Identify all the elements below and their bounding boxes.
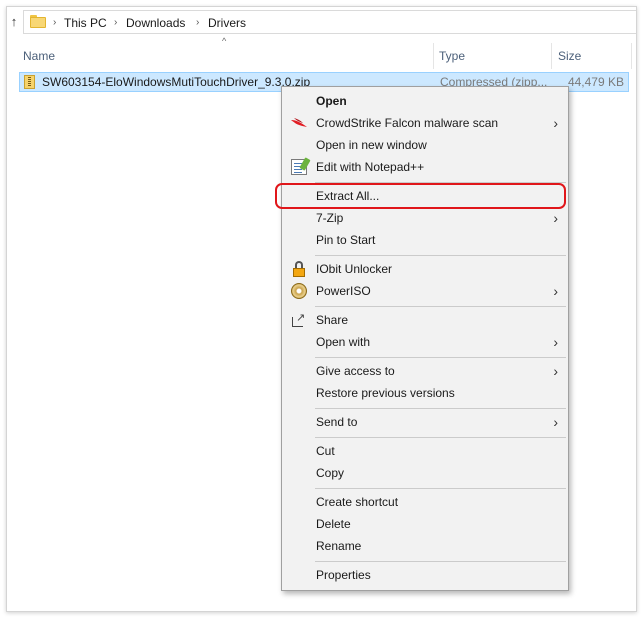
menu-item-label: Pin to Start	[316, 233, 376, 247]
menu-item-rename[interactable]: Rename	[284, 535, 566, 557]
menu-item-open[interactable]: Open	[284, 90, 566, 112]
menu-item-label: Send to	[316, 415, 358, 429]
menu-item-label: 7-Zip	[316, 211, 344, 225]
chevron-right-icon: ›	[553, 115, 558, 131]
menu-item-pin-to-start[interactable]: Pin to Start	[284, 229, 566, 251]
file-size: 44,479 KB	[567, 75, 624, 89]
menu-item-label: Give access to	[316, 364, 395, 378]
menu-item-crowdstrike-scan[interactable]: CrowdStrike Falcon malware scan ›	[284, 112, 566, 134]
address-row: ↑ › This PC › Downloads › Drivers	[7, 7, 636, 37]
share-arrow-glyph: ↗	[296, 312, 306, 324]
menu-item-label: Delete	[316, 517, 351, 531]
sort-ascending-icon: ^	[222, 36, 227, 46]
menu-item-label: Rename	[316, 539, 362, 553]
menu-item-label: Create shortcut	[316, 495, 399, 509]
column-header-type[interactable]: Type	[439, 43, 465, 69]
column-divider[interactable]	[631, 43, 632, 69]
menu-item-open-with[interactable]: Open with ›	[284, 331, 566, 353]
menu-item-label: Edit with Notepad++	[316, 160, 425, 174]
menu-divider	[315, 306, 566, 307]
menu-item-label: CrowdStrike Falcon malware scan	[316, 116, 499, 130]
column-header-size[interactable]: Size	[558, 43, 581, 69]
menu-item-cut[interactable]: Cut	[284, 440, 566, 462]
breadcrumb-separator[interactable]: ›	[114, 15, 117, 31]
menu-item-label: Restore previous versions	[316, 386, 455, 400]
chevron-right-icon: ›	[553, 283, 558, 299]
menu-item-properties[interactable]: Properties	[284, 564, 566, 586]
menu-divider	[315, 437, 566, 438]
notepad-plus-plus-icon	[291, 157, 311, 175]
menu-divider	[315, 357, 566, 358]
share-icon: ↗	[291, 312, 307, 328]
menu-item-label: Copy	[316, 466, 345, 480]
iobit-unlocker-lock-icon	[291, 261, 307, 277]
menu-item-open-new-window[interactable]: Open in new window	[284, 134, 566, 156]
menu-item-copy[interactable]: Copy	[284, 462, 566, 484]
menu-item-label: Open in new window	[316, 138, 427, 152]
menu-item-label: Cut	[316, 444, 335, 458]
file-name: SW603154-EloWindowsMutiTouchDriver_9.3.0…	[42, 75, 311, 89]
menu-divider	[315, 488, 566, 489]
menu-item-edit-notepad[interactable]: Edit with Notepad++	[284, 156, 566, 178]
column-divider[interactable]	[433, 43, 434, 69]
address-bar[interactable]: › This PC › Downloads › Drivers	[23, 10, 636, 34]
chevron-right-icon: ›	[553, 334, 558, 350]
menu-item-share[interactable]: ↗ Share	[284, 309, 566, 331]
menu-item-7zip[interactable]: 7-Zip ›	[284, 207, 566, 229]
breadcrumb-separator[interactable]: ›	[53, 15, 56, 31]
menu-divider	[315, 408, 566, 409]
menu-item-label: Share	[316, 313, 349, 327]
menu-item-create-shortcut[interactable]: Create shortcut	[284, 491, 566, 513]
menu-item-iobit-unlocker[interactable]: IObit Unlocker	[284, 258, 566, 280]
menu-item-label: PowerISO	[316, 284, 371, 298]
breadcrumb-separator[interactable]: ›	[196, 15, 199, 31]
folder-icon	[30, 15, 46, 28]
up-arrow-icon[interactable]: ↑	[7, 13, 21, 31]
extract-all-highlight-annotation	[275, 183, 566, 209]
menu-item-give-access[interactable]: Give access to ›	[284, 360, 566, 382]
column-header-name[interactable]: Name	[23, 43, 55, 69]
menu-item-restore-versions[interactable]: Restore previous versions	[284, 382, 566, 404]
chevron-right-icon: ›	[553, 414, 558, 430]
poweriso-disc-icon	[291, 283, 307, 299]
menu-divider	[315, 561, 566, 562]
menu-item-send-to[interactable]: Send to ›	[284, 411, 566, 433]
menu-item-label: Properties	[316, 568, 371, 582]
crowdstrike-falcon-icon	[291, 118, 307, 127]
menu-item-label: IObit Unlocker	[316, 262, 393, 276]
chevron-right-icon: ›	[553, 210, 558, 226]
column-divider[interactable]	[551, 43, 552, 69]
breadcrumb-this-pc[interactable]: This PC	[64, 15, 107, 31]
menu-item-delete[interactable]: Delete	[284, 513, 566, 535]
menu-item-label: Open	[316, 94, 347, 108]
zip-file-icon	[24, 75, 35, 89]
context-menu: Open CrowdStrike Falcon malware scan › O…	[281, 86, 569, 591]
menu-divider	[315, 255, 566, 256]
menu-item-label: Open with	[316, 335, 371, 349]
breadcrumb-downloads[interactable]: Downloads	[126, 15, 185, 31]
breadcrumb-drivers[interactable]: Drivers	[208, 15, 246, 31]
chevron-right-icon: ›	[553, 363, 558, 379]
menu-item-poweriso[interactable]: PowerISO ›	[284, 280, 566, 302]
